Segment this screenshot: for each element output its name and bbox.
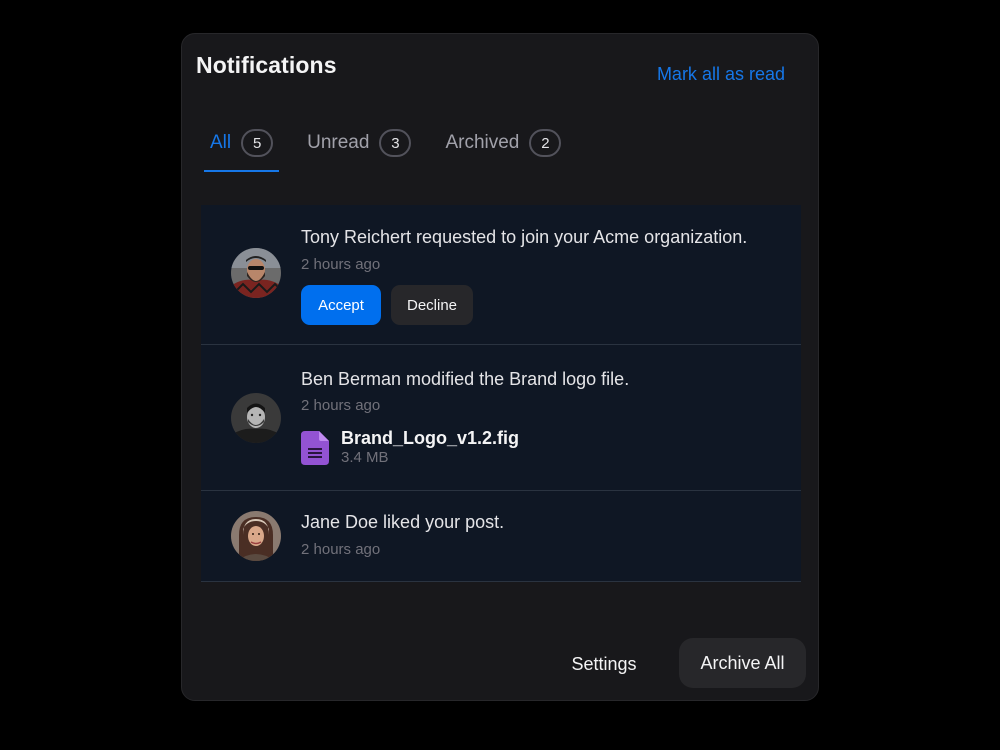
tab-count-badge: 5	[241, 129, 274, 157]
notification-item[interactable]: Tony Reichert requested to join your Acm…	[201, 205, 801, 345]
notification-time: 2 hours ago	[301, 256, 381, 273]
notifications-panel: Notifications Mark all as read All 5 Unr…	[181, 33, 819, 701]
notification-item[interactable]: Ben Berman modified the Brand logo file.…	[201, 345, 801, 491]
notification-time: 2 hours ago	[301, 541, 381, 558]
file-name: Brand_Logo_v1.2.fig	[341, 428, 520, 448]
notification-tabs: All 5 Unread 3 Archived 2	[204, 126, 595, 172]
notification-item[interactable]: Jane Doe liked your post. 2 hours ago	[201, 491, 801, 582]
mark-all-read-link[interactable]: Mark all as read	[657, 64, 785, 85]
avatar-photo-icon	[231, 248, 281, 298]
decline-button[interactable]: Decline	[391, 285, 473, 325]
tab-unread[interactable]: Unread 3	[307, 126, 412, 160]
document-icon	[301, 431, 329, 465]
file-meta: Brand_Logo_v1.2.fig 3.4 MB	[341, 427, 519, 466]
notification-time: 2 hours ago	[301, 397, 381, 414]
accept-button[interactable]: Accept	[301, 285, 381, 325]
tab-label: All	[210, 132, 232, 153]
notification-text: Tony Reichert requested to join your Acm…	[301, 227, 748, 247]
tab-label: Archived	[445, 132, 520, 153]
notification-text: Ben Berman modified the Brand logo file.	[301, 369, 630, 389]
avatar	[231, 393, 281, 443]
archive-all-button[interactable]: Archive All	[679, 638, 806, 688]
tab-all[interactable]: All 5	[204, 126, 280, 172]
avatar	[231, 511, 281, 561]
active-tab-indicator	[204, 170, 280, 172]
settings-button[interactable]: Settings	[554, 640, 654, 688]
panel-title: Notifications	[196, 52, 337, 78]
tab-archived[interactable]: Archived 2	[445, 126, 562, 160]
avatar	[231, 248, 281, 298]
notification-text: Jane Doe liked your post.	[301, 512, 505, 532]
tab-count-badge: 3	[379, 129, 412, 157]
notification-list: Tony Reichert requested to join your Acm…	[201, 205, 801, 582]
avatar-photo-icon	[231, 393, 281, 443]
file-size: 3.4 MB	[341, 449, 389, 466]
file-attachment[interactable]: Brand_Logo_v1.2.fig 3.4 MB	[301, 427, 519, 466]
avatar-photo-icon	[231, 511, 281, 561]
tab-label: Unread	[307, 132, 370, 153]
tab-count-badge: 2	[529, 129, 562, 157]
